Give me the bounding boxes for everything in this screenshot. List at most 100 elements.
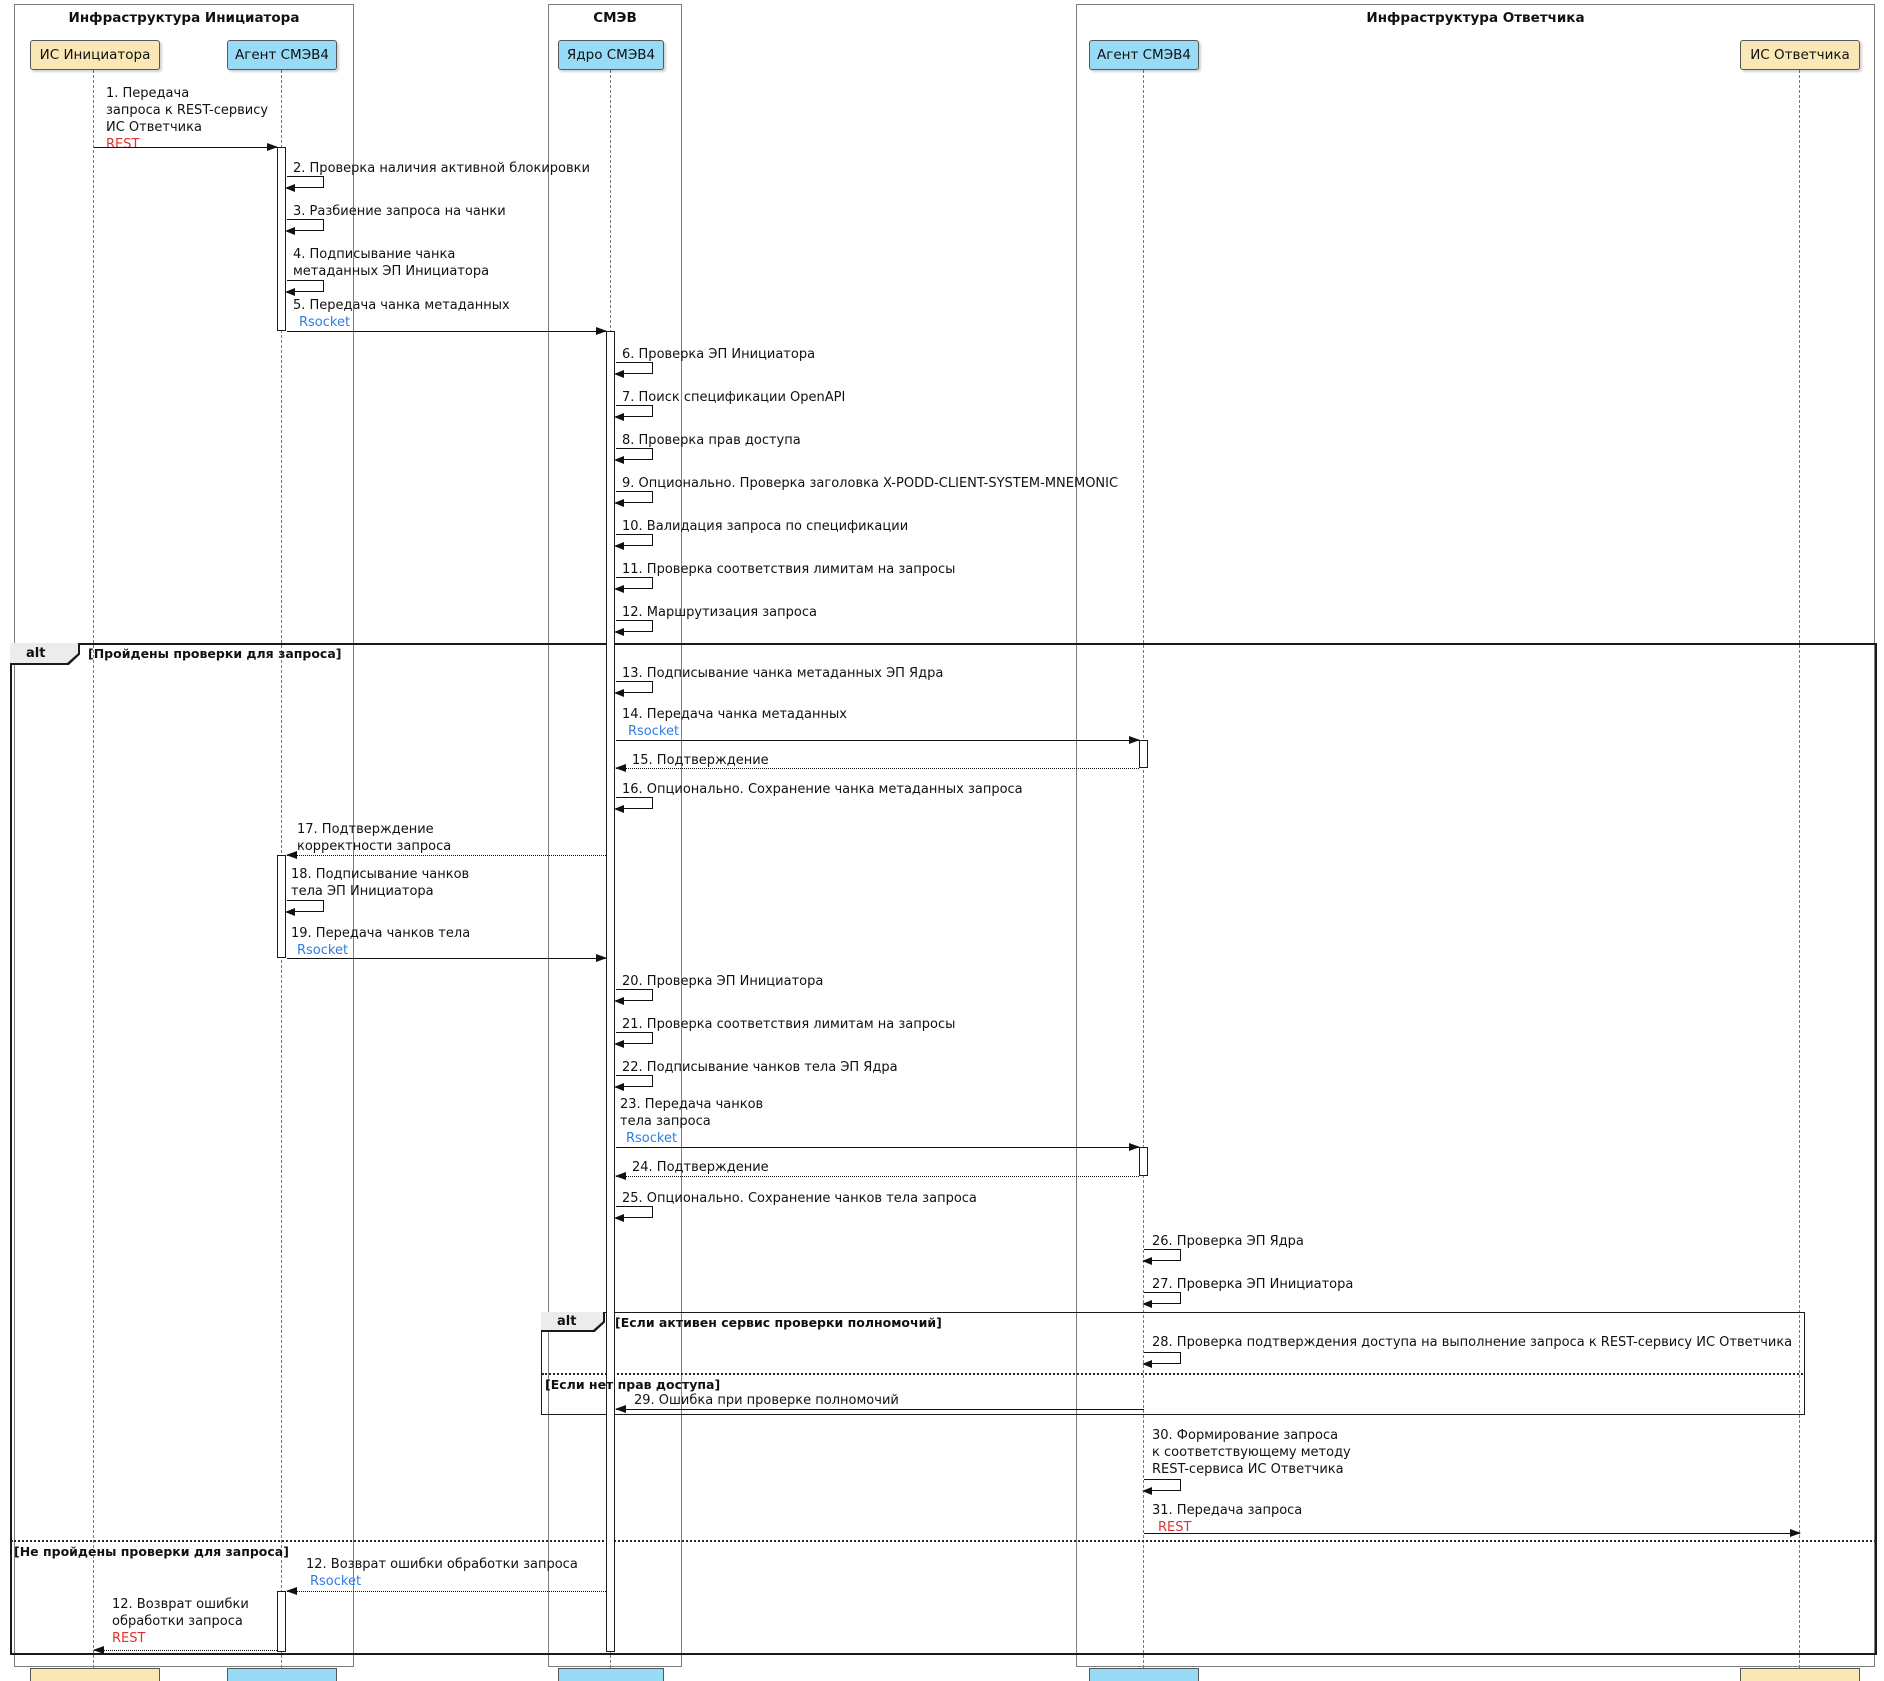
message-14-protocol: Rsocket <box>628 723 679 740</box>
message-21-self-arrow <box>616 1032 653 1044</box>
activation-agent-initiator-2 <box>277 855 286 958</box>
participant-is-initiator: ИС Инициатора <box>30 40 160 70</box>
message-16-self-arrow <box>616 797 653 809</box>
message-25-self-arrow <box>616 1206 653 1218</box>
alt-operator-label: alt <box>10 643 78 663</box>
participant-core-smev4: Ядро СМЭВ4 <box>558 40 664 70</box>
sequence-diagram: Инфраструктура Инициатора СМЭВ Инфрастру… <box>0 0 1884 1681</box>
message-12-error-rsocket-protocol: Rsocket <box>310 1573 361 1590</box>
message-30-self-arrow <box>1144 1479 1181 1491</box>
message-13-label: 13. Подписывание чанка метаданных ЭП Ядр… <box>622 665 943 682</box>
message-24-arrow <box>616 1176 1139 1177</box>
message-20-self-arrow <box>616 989 653 1001</box>
participant-agent-smev4-responder-bottom <box>1089 1668 1199 1681</box>
message-29-arrow <box>616 1409 1144 1410</box>
message-7-label: 7. Поиск спецификации OpenAPI <box>622 389 845 406</box>
message-27-label: 27. Проверка ЭП Инициатора <box>1152 1276 1353 1293</box>
activation-agent-responder-2 <box>1139 1147 1148 1176</box>
message-17-label: 17. Подтверждение корректности запроса <box>297 821 451 855</box>
alt-else-divider-inner <box>542 1373 1803 1375</box>
message-16-label: 16. Опционально. Сохранение чанка метада… <box>622 781 1023 798</box>
participant-is-responder: ИС Ответчика <box>1740 40 1860 70</box>
message-18-label: 18. Подписывание чанков тела ЭП Инициато… <box>291 866 469 900</box>
message-26-self-arrow <box>1144 1249 1181 1261</box>
activation-agent-initiator-3 <box>277 1591 286 1652</box>
message-18-self-arrow <box>287 900 324 912</box>
message-5-protocol: Rsocket <box>299 314 350 331</box>
message-5-label: 5. Передача чанка метаданных <box>293 297 510 314</box>
message-11-label: 11. Проверка соответствия лимитам на зап… <box>622 561 955 578</box>
message-15-label: 15. Подтверждение <box>632 752 769 769</box>
message-11-self-arrow <box>616 577 653 589</box>
message-2-label: 2. Проверка наличия активной блокировки <box>293 160 590 177</box>
message-12-error-rest-arrow <box>94 1650 277 1651</box>
message-6-label: 6. Проверка ЭП Инициатора <box>622 346 815 363</box>
message-8-self-arrow <box>616 448 653 460</box>
message-26-label: 26. Проверка ЭП Ядра <box>1152 1233 1304 1250</box>
alt-guard-authz-active: [Если активен сервис проверки полномочий… <box>615 1315 942 1330</box>
package-title: СМЭВ <box>549 10 681 26</box>
message-30-label: 30. Формирование запроса к соответствующ… <box>1152 1427 1351 1478</box>
message-1-label: 1. Передача запроса к REST-сервису ИС От… <box>106 85 268 136</box>
package-title: Инфраструктура Инициатора <box>15 10 353 26</box>
message-7-self-arrow <box>616 405 653 417</box>
message-3-self-arrow <box>287 219 324 231</box>
participant-is-initiator-bottom <box>30 1668 160 1681</box>
message-19-arrow <box>287 958 606 959</box>
participant-core-smev4-bottom <box>558 1668 664 1681</box>
participant-is-responder-bottom <box>1740 1668 1860 1681</box>
message-21-label: 21. Проверка соответствия лимитам на зап… <box>622 1016 955 1033</box>
message-10-label: 10. Валидация запроса по спецификации <box>622 518 908 535</box>
package-title: Инфраструктура Ответчика <box>1077 10 1874 26</box>
message-12-error-rest-protocol: REST <box>112 1630 145 1647</box>
message-8-label: 8. Проверка прав доступа <box>622 432 801 449</box>
message-12-error-rest-label: 12. Возврат ошибки обработки запроса <box>112 1596 249 1630</box>
message-4-self-arrow <box>287 280 324 292</box>
message-5-arrow <box>287 331 606 332</box>
message-24-label: 24. Подтверждение <box>632 1159 769 1176</box>
message-23-label: 23. Передача чанков тела запроса <box>620 1096 763 1130</box>
message-20-label: 20. Проверка ЭП Инициатора <box>622 973 823 990</box>
message-13-self-arrow <box>616 681 653 693</box>
message-22-self-arrow <box>616 1075 653 1087</box>
message-23-arrow <box>616 1147 1139 1148</box>
message-6-self-arrow <box>616 362 653 374</box>
message-25-label: 25. Опционально. Сохранение чанков тела … <box>622 1190 977 1207</box>
message-12-self-arrow <box>616 620 653 632</box>
message-22-label: 22. Подписывание чанков тела ЭП Ядра <box>622 1059 898 1076</box>
message-12-label: 12. Маршрутизация запроса <box>622 604 817 621</box>
message-17-arrow <box>287 855 606 856</box>
participant-agent-smev4-initiator: Агент СМЭВ4 <box>227 40 337 70</box>
message-2-self-arrow <box>287 176 324 188</box>
message-9-self-arrow <box>616 491 653 503</box>
message-23-protocol: Rsocket <box>626 1130 677 1147</box>
message-31-label: 31. Передача запроса <box>1152 1502 1302 1519</box>
message-15-arrow <box>616 768 1139 769</box>
message-4-label: 4. Подписывание чанка метаданных ЭП Иниц… <box>293 246 489 280</box>
message-12-error-rsocket-label: 12. Возврат ошибки обработки запроса <box>306 1556 578 1573</box>
message-3-label: 3. Разбиение запроса на чанки <box>293 203 506 220</box>
participant-agent-smev4-initiator-bottom <box>227 1668 337 1681</box>
message-9-label: 9. Опционально. Проверка заголовка X-POD… <box>622 475 1118 492</box>
message-29-label: 29. Ошибка при проверке полномочий <box>634 1392 899 1409</box>
message-1-protocol: REST <box>106 136 139 153</box>
activation-core <box>606 331 615 1652</box>
alt-guard-success: [Пройдены проверки для запроса] <box>88 646 342 661</box>
message-27-self-arrow <box>1144 1292 1181 1304</box>
message-28-self-arrow <box>1144 1352 1181 1364</box>
message-14-label: 14. Передача чанка метаданных <box>622 706 847 723</box>
message-10-self-arrow <box>616 534 653 546</box>
message-19-protocol: Rsocket <box>297 942 348 959</box>
message-31-arrow <box>1144 1533 1800 1534</box>
message-19-label: 19. Передача чанков тела <box>291 925 470 942</box>
alt-guard-fail: [Не пройдены проверки для запроса] <box>14 1544 289 1559</box>
message-28-label: 28. Проверка подтверждения доступа на вы… <box>1152 1334 1792 1351</box>
message-1-arrow <box>94 147 277 148</box>
alt-guard-no-access: [Если нет прав доступа] <box>545 1377 720 1392</box>
message-14-arrow <box>616 740 1139 741</box>
message-12-error-rsocket-arrow <box>287 1591 606 1592</box>
activation-agent-initiator-1 <box>277 147 286 331</box>
participant-agent-smev4-responder: Агент СМЭВ4 <box>1089 40 1199 70</box>
alt-else-divider-outer <box>11 1540 1876 1542</box>
alt-operator-label-inner: alt <box>541 1312 603 1330</box>
